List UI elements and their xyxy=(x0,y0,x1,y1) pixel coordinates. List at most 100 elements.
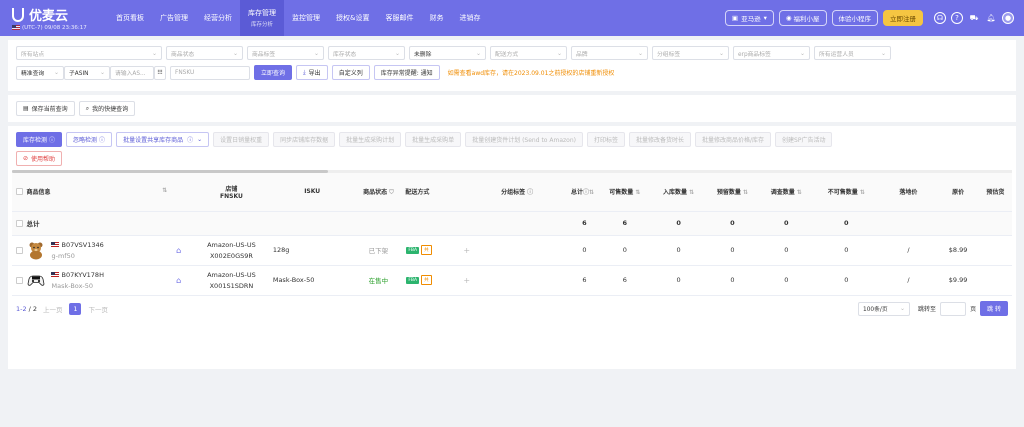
sort-icon: ⇅ xyxy=(687,189,695,197)
export-button[interactable]: ⤓ 导出 xyxy=(296,65,328,80)
register-button[interactable]: 立即注册 xyxy=(883,10,923,26)
batch-purchase-order-button[interactable]: 批量生成采购单 xyxy=(405,132,462,147)
account-selector[interactable]: ▣ 亚马逊 ▾ xyxy=(724,10,774,26)
shared-stock-button[interactable]: 批量设置共享库存商品 ⓘ ⌄ xyxy=(116,132,210,147)
row-checkbox[interactable] xyxy=(15,246,23,254)
col-sellable[interactable]: 可售数量 ⇅ xyxy=(597,173,652,212)
add-tag-icon[interactable]: + xyxy=(463,276,470,285)
help-icon: ⓘ xyxy=(187,137,194,144)
sort-icon: ⇅ xyxy=(589,189,595,197)
col-product-status[interactable]: 商品状态 ⛉ xyxy=(351,173,406,212)
chevron-down-icon: ⌄ xyxy=(197,136,203,143)
page-unit-label: 页 xyxy=(970,306,977,313)
batch-shipment-plan-button[interactable]: 批量创建货件计划 (Send to Amazon) xyxy=(465,132,583,147)
my-queries-button[interactable]: ⌕ 我的快捷查询 xyxy=(78,101,136,116)
logo[interactable]: 优麦云 (UTC-7) 09/08 23:36:17 xyxy=(0,0,108,36)
nav-item-email[interactable]: 客服邮件 xyxy=(377,0,421,36)
col-group-tag: 分组标签 ⓘ xyxy=(463,173,571,212)
batch-purchase-plan-button[interactable]: 批量生成采购计划 xyxy=(339,132,402,147)
product-tag-select[interactable]: 商品标签 ⌄ xyxy=(247,46,324,60)
row-checkbox[interactable] xyxy=(15,276,23,284)
benefits-button[interactable]: ◉ 福利小屋 xyxy=(778,10,827,26)
col-total[interactable]: 总计ⓘ⇅ xyxy=(570,173,598,212)
print-label-button[interactable]: 打印标签 xyxy=(586,132,625,147)
row-asin[interactable]: B07VSV1346 xyxy=(61,241,103,249)
amazon-icon: ▣ xyxy=(731,14,739,22)
store-icon[interactable]: ⌂ xyxy=(176,276,181,285)
row-unsellable: 0 xyxy=(813,265,880,296)
erp-tag-select[interactable]: erp商品标签 ⌄ xyxy=(733,46,810,60)
nav-item-ads[interactable]: 广告管理 xyxy=(152,0,196,36)
scrollbar-thumb[interactable] xyxy=(12,170,328,173)
batch-price-stock-button[interactable]: 批量修改商品价格/库存 xyxy=(695,132,772,147)
cart-icon[interactable]: ⛟ xyxy=(968,12,980,24)
nav-sub-inventory-analysis[interactable]: 库存分析 xyxy=(248,20,276,28)
row-sku: Mask-Box-50 xyxy=(51,281,94,290)
batch-lead-time-button[interactable]: 批量修改备货时长 xyxy=(629,132,692,147)
row-fnsku: X001S1SDRN xyxy=(209,281,254,290)
table-row: B07VSV1346 g-mf50 ⌂ Amazon-US-US X002E0GS… xyxy=(12,235,1012,266)
chevron-down-icon: ⌄ xyxy=(232,49,238,57)
bell-icon[interactable]: 🔔︎ xyxy=(985,12,997,24)
daily-sales-weight-button[interactable]: 设置日销量权重 xyxy=(213,132,270,147)
col-researching[interactable]: 调查数量 ⇅ xyxy=(759,173,814,212)
col-isku: ISKU xyxy=(272,173,352,212)
page-size-select[interactable]: 100条/页 ⌄ xyxy=(858,301,911,316)
batch-input-icon[interactable]: ☷ xyxy=(154,65,166,80)
fnsku-input[interactable]: FNSKU xyxy=(170,65,250,80)
nav-item-finance[interactable]: 财务 xyxy=(421,0,451,36)
save-query-button[interactable]: ▤ 保存当前查询 xyxy=(16,101,75,116)
query-button[interactable]: 立即查询 xyxy=(254,65,293,80)
select-all-checkbox[interactable] xyxy=(12,173,27,212)
teddy-bear-image[interactable] xyxy=(26,240,46,260)
brand-select[interactable]: 品牌 ⌄ xyxy=(571,46,648,60)
col-reserved[interactable]: 预留数量 ⇅ xyxy=(705,173,760,212)
col-product-info[interactable]: 商品信息 ⇅ xyxy=(26,173,168,212)
col-unsellable[interactable]: 不可售数量 ⇅ xyxy=(813,173,880,212)
chevron-down-icon: ⌄ xyxy=(53,69,59,76)
headset-icon[interactable]: ☊ xyxy=(934,12,946,24)
stock-alert-button[interactable]: 库存异常提醒: 通知 xyxy=(373,65,440,80)
help-guide-button[interactable]: ⊘ 使用帮助 xyxy=(16,151,63,166)
page-1-button[interactable]: 1 xyxy=(69,302,82,315)
horizontal-scrollbar[interactable] xyxy=(12,170,1012,173)
custom-columns-button[interactable]: 自定义列 xyxy=(331,65,370,80)
stock-check-button[interactable]: 库存检测 ⓘ xyxy=(16,132,63,147)
row-total: 6 xyxy=(570,265,598,296)
help-icon: ⓘ xyxy=(525,189,534,197)
help-icon[interactable]: ? xyxy=(951,12,963,24)
row-asin[interactable]: B07KYV178H xyxy=(61,271,103,279)
deleted-filter-select[interactable]: 未删除 ⌄ xyxy=(409,46,486,60)
next-page-button[interactable]: 下一页 xyxy=(88,304,108,314)
prev-page-button[interactable]: 上一页 xyxy=(43,304,63,314)
sync-stock-button[interactable]: 同步店铺库存数据 xyxy=(273,132,336,147)
nav-item-auth-settings[interactable]: 授权&设置 xyxy=(328,0,377,36)
nav-item-home[interactable]: 首页看板 xyxy=(108,0,152,36)
mini-program-button[interactable]: 体验小程序 xyxy=(831,10,878,26)
match-mode-select[interactable]: 精准查询 ⌄ xyxy=(16,65,64,80)
fulfillment-select[interactable]: 配送方式 ⌄ xyxy=(490,46,567,60)
keyword-input[interactable]: 请输入AS... xyxy=(110,65,154,80)
site-select[interactable]: 所有站点 ⌄ xyxy=(16,46,162,60)
nav-item-erp[interactable]: 进销存 xyxy=(451,0,488,36)
nav-item-monitor[interactable]: 监控管理 xyxy=(284,0,328,36)
user-avatar-icon[interactable]: ● xyxy=(1002,12,1014,24)
group-tag-select[interactable]: 分组标签 ⌄ xyxy=(652,46,729,60)
product-status-select[interactable]: 商品状态 ⌄ xyxy=(166,46,243,60)
summary-checkbox[interactable] xyxy=(15,219,23,227)
col-inbound[interactable]: 入库数量 ⇅ xyxy=(651,173,706,212)
add-tag-icon[interactable]: + xyxy=(463,246,470,255)
operator-select[interactable]: 所有运营人员 ⌄ xyxy=(814,46,891,60)
fba-badge: FBA xyxy=(406,247,420,254)
ignore-check-button[interactable]: 忽略检测 ⓘ xyxy=(66,132,113,147)
nav-item-analysis[interactable]: 经营分析 xyxy=(196,0,240,36)
nav-item-inventory[interactable]: 库存管理 库存分析 xyxy=(240,0,284,36)
game-controller-image[interactable] xyxy=(26,270,46,290)
jump-button[interactable]: 跳 转 xyxy=(980,301,1008,316)
create-sp-campaign-button[interactable]: 创建SP广告活动 xyxy=(775,132,833,147)
col-landed-price: 落地价 xyxy=(879,173,938,212)
store-icon[interactable]: ⌂ xyxy=(176,246,181,255)
stock-status-select[interactable]: 库存状态 ⌄ xyxy=(328,46,405,60)
asin-type-select[interactable]: 子ASIN ⌄ xyxy=(64,65,110,80)
jump-page-input[interactable] xyxy=(940,301,967,316)
